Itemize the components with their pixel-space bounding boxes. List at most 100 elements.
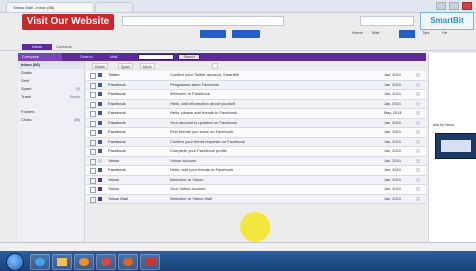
message-date: Jan, 2014 [384, 73, 401, 77]
header-link-tips[interactable]: Tips [422, 30, 429, 35]
sender-icon [98, 187, 102, 191]
message-subject[interactable]: Welcome to Yahoo Mail [170, 195, 370, 204]
message-sender: Facebook [108, 91, 126, 96]
message-subject[interactable]: Pengaturan akun Facebook [170, 81, 370, 90]
visit-website-banner[interactable]: Visit Our Website [22, 14, 114, 30]
sidebar-item-chats[interactable]: Chats (86) [18, 116, 84, 124]
move-button[interactable]: Move [140, 63, 155, 69]
message-row[interactable]: Yahoo Your Yahoo account Jan, 2014 [86, 185, 426, 195]
mail-search-button[interactable]: Search [178, 54, 200, 60]
message-subject[interactable]: Your account is updated on Facebook [170, 119, 370, 128]
message-row[interactable]: Yahoo Mail Welcome to Yahoo Mail Jan, 2014 [86, 194, 426, 204]
message-row[interactable]: Facebook Your account is updated on Faceb… [86, 118, 426, 128]
mail-label[interactable]: Mail [110, 53, 117, 61]
row-checkbox[interactable] [90, 196, 96, 203]
taskbar-app-firefox-icon[interactable] [118, 254, 138, 270]
spam-button[interactable]: Spam [118, 63, 134, 69]
sender-icon [98, 92, 102, 96]
sidebar-item-drafts[interactable]: Drafts [18, 69, 84, 77]
browser-search-box[interactable] [360, 16, 414, 26]
attachment-icon [416, 92, 420, 96]
taskbar-app-player-icon[interactable] [74, 254, 94, 270]
message-subject[interactable]: Yahoo account [170, 157, 370, 166]
taskbar-app-explorer-icon[interactable] [52, 254, 72, 270]
sort-button[interactable] [212, 63, 218, 69]
sender-icon [98, 101, 102, 106]
message-subject[interactable]: Confirm your Twitter account, Smartbit! [170, 71, 370, 80]
tab-contacts[interactable]: Contacts [56, 44, 72, 50]
row-checkbox[interactable] [90, 139, 96, 146]
message-date: Jan, 2014 [384, 130, 401, 134]
browser-tab-active[interactable]: Yahoo Mail - Inbox (86) [6, 2, 94, 12]
taskbar-app-chrome-icon[interactable] [96, 254, 116, 270]
sidebar-item-label: Chats [21, 117, 32, 122]
sidebar-item-count[interactable]: Empty [70, 93, 80, 101]
message-row[interactable]: Twitter Confirm your Twitter account, Sma… [86, 71, 426, 81]
start-button[interactable] [6, 253, 24, 271]
message-row[interactable]: Facebook Confirm your friend requests on … [86, 137, 426, 147]
message-row[interactable]: Facebook Find friends you know on Faceboo… [86, 128, 426, 138]
sender-icon [98, 82, 102, 87]
sidebar-item-trash[interactable]: Trash Empty [18, 93, 84, 101]
message-row[interactable]: Facebook Hello, add information about you… [86, 99, 426, 109]
right-ad-panel: Ads by Yahoo [428, 53, 476, 242]
message-subject[interactable]: Welcome to Facebook [170, 90, 370, 99]
mail-search-input[interactable] [138, 54, 174, 60]
message-subject[interactable]: Your Yahoo account [170, 185, 370, 194]
message-row[interactable]: Yahoo Welcome to Yahoo Jan, 2014 [86, 175, 426, 185]
message-row[interactable]: Facebook Complete your Facebook profile Ja… [86, 147, 426, 157]
row-checkbox[interactable] [90, 187, 96, 193]
tab-inbox[interactable]: Inbox [22, 44, 52, 50]
row-checkbox[interactable] [90, 73, 96, 79]
attachment-icon [416, 120, 420, 125]
message-row[interactable]: Facebook Pengaturan akun Facebook Jan, 201… [86, 80, 426, 90]
mail-action-bar: Compose Search Mail Search [18, 53, 426, 61]
row-checkbox[interactable] [90, 101, 96, 108]
row-checkbox[interactable] [90, 92, 96, 98]
header-link-help[interactable]: He [442, 30, 447, 35]
header-button-1[interactable] [200, 30, 226, 38]
header-link-home[interactable]: Home [352, 30, 363, 35]
message-row[interactable]: Yahoo Yahoo account Jan, 2014 [86, 156, 426, 166]
message-subject[interactable]: Confirm your friend requests on Facebook [170, 138, 370, 147]
sidebar-item-inbox[interactable]: Inbox (86) [18, 61, 84, 69]
minimize-button[interactable] [436, 2, 446, 10]
header-link-mail[interactable]: Mail [372, 30, 379, 35]
taskbar-app-paint-icon[interactable] [140, 254, 160, 270]
message-subject[interactable]: Hello, add your friends to Facebook [170, 166, 370, 175]
row-checkbox[interactable] [90, 82, 96, 89]
message-date: Jan, 2014 [384, 139, 401, 144]
message-sender: Facebook [108, 110, 126, 115]
row-checkbox[interactable] [90, 111, 96, 117]
message-sender: Facebook [108, 100, 126, 106]
sidebar-item-folders[interactable]: Folders [18, 108, 84, 116]
row-checkbox[interactable] [90, 149, 96, 155]
row-checkbox[interactable] [90, 168, 96, 174]
message-subject[interactable]: Welcome to Yahoo [170, 176, 370, 185]
row-checkbox[interactable] [90, 158, 96, 165]
delete-button[interactable]: Delete [92, 63, 109, 69]
taskbar-app-ie-icon[interactable] [30, 254, 50, 270]
close-button[interactable] [462, 2, 472, 10]
message-subject[interactable]: Hello, add information about yourself [170, 100, 370, 109]
row-checkbox[interactable] [90, 177, 96, 184]
message-subject[interactable]: Complete your Facebook profile [170, 147, 370, 156]
header-button-2[interactable] [232, 30, 260, 38]
sidebar-item-spam[interactable]: Spam (2) [18, 85, 84, 93]
address-bar[interactable] [122, 16, 284, 26]
message-row[interactable]: Facebook Hello, please add friends to Fac… [86, 109, 426, 119]
compose-button[interactable]: Compose [18, 53, 62, 61]
sidebar-item-sent[interactable]: Sent [18, 77, 84, 85]
ad-thumbnail[interactable] [435, 133, 476, 159]
message-row[interactable]: Facebook Welcome to Facebook Jan, 2014 [86, 90, 426, 100]
message-row[interactable]: Facebook Hello, add your friends to Faceb… [86, 166, 426, 176]
row-checkbox[interactable] [90, 120, 96, 127]
message-subject[interactable]: Find friends you know on Facebook [170, 128, 370, 137]
row-checkbox[interactable] [90, 130, 96, 136]
sender-icon [98, 130, 102, 134]
maximize-button[interactable] [449, 2, 459, 10]
sidebar-item-count: (86) [73, 118, 80, 122]
browser-tab-new[interactable] [95, 2, 133, 12]
header-button-3[interactable] [399, 30, 415, 38]
message-subject[interactable]: Hello, please add friends to Facebook [170, 109, 370, 118]
